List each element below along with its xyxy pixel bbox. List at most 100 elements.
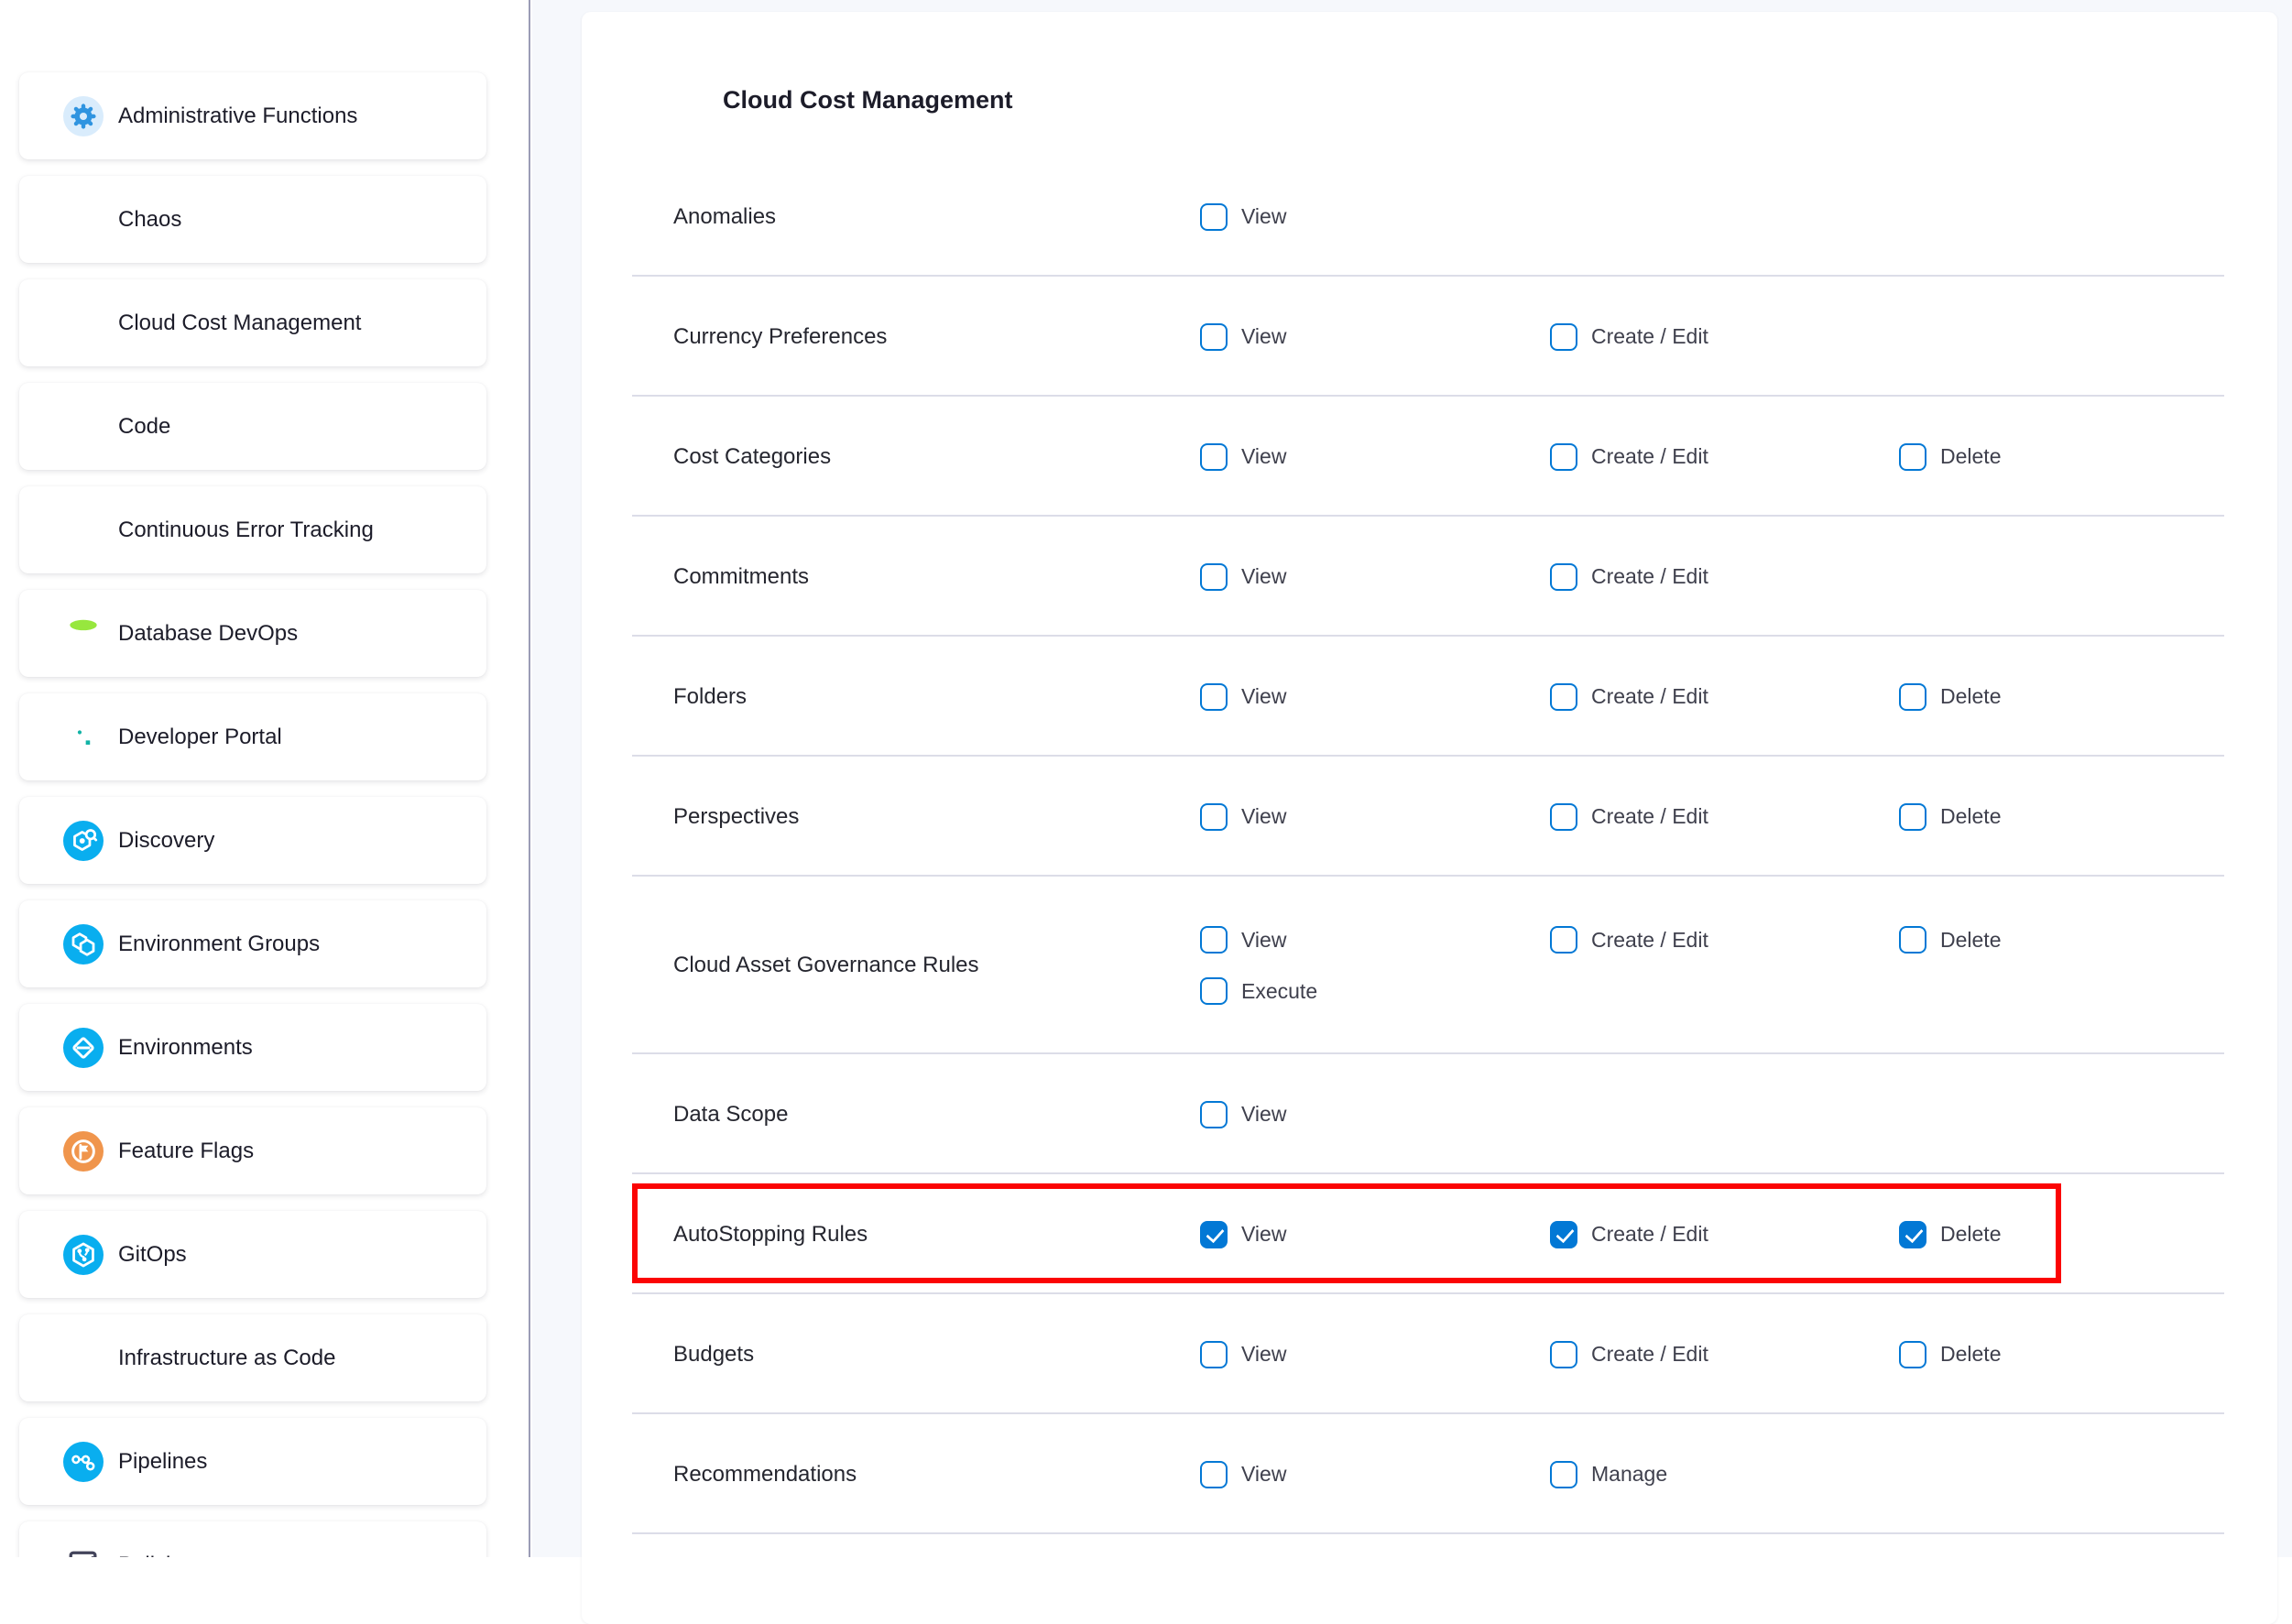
environment-groups-icon bbox=[63, 924, 104, 965]
delete-checkbox[interactable] bbox=[1899, 803, 1926, 831]
resource-label: Cloud Asset Governance Rules bbox=[673, 953, 1200, 978]
gear-icon bbox=[63, 96, 104, 136]
sidebar-item-pipelines[interactable]: Pipelines bbox=[19, 1418, 486, 1505]
create-edit-checkbox[interactable] bbox=[1550, 803, 1577, 831]
permission-label: View bbox=[1241, 444, 1286, 469]
sidebar-item-environment-groups[interactable]: Environment Groups bbox=[19, 900, 486, 987]
create-edit-checkbox[interactable] bbox=[1550, 443, 1577, 471]
permission-label: Delete bbox=[1940, 1222, 2001, 1247]
permission-label: View bbox=[1241, 1222, 1286, 1247]
create-edit-checkbox[interactable] bbox=[1550, 563, 1577, 591]
create-edit-checkbox[interactable] bbox=[1550, 683, 1577, 711]
sidebar-item-database-devops[interactable]: Database DevOps bbox=[19, 590, 486, 677]
permission-label: Delete bbox=[1940, 1342, 2001, 1367]
main-area: Cloud Cost Management Anomalies View Cur… bbox=[532, 0, 2292, 1557]
permission-label: View bbox=[1241, 324, 1286, 349]
sidebar-item-label: Pipelines bbox=[118, 1449, 207, 1475]
sidebar-item-chaos[interactable]: Chaos bbox=[19, 176, 486, 263]
view-checkbox[interactable] bbox=[1200, 203, 1228, 231]
delete-checkbox[interactable] bbox=[1899, 443, 1926, 471]
permission-row-budgets: Budgets View Create / Edit Delete bbox=[582, 1294, 2277, 1414]
permission-label: Execute bbox=[1241, 979, 1317, 1004]
sidebar-item-label: Database DevOps bbox=[118, 621, 298, 647]
view-checkbox[interactable] bbox=[1200, 683, 1228, 711]
permission-cell: View bbox=[1200, 1341, 1550, 1368]
permission-cell: View bbox=[1200, 683, 1550, 711]
permission-cell: Create / Edit bbox=[1550, 926, 1899, 954]
sidebar-item-label: Cloud Cost Management bbox=[118, 311, 361, 336]
sidebar-item-administrative-functions[interactable]: Administrative Functions bbox=[19, 72, 486, 159]
permission-cell: View bbox=[1200, 803, 1550, 831]
permission-cell: Create / Edit bbox=[1550, 323, 1899, 351]
permission-cell: Create / Edit bbox=[1550, 443, 1899, 471]
sidebar-item-label: Code bbox=[118, 414, 170, 440]
view-checkbox[interactable] bbox=[1200, 803, 1228, 831]
sidebar-item-feature-flags[interactable]: Feature Flags bbox=[19, 1107, 486, 1194]
resource-label: Cost Categories bbox=[673, 444, 1200, 470]
permission-cell: Create / Edit bbox=[1550, 1221, 1899, 1248]
sidebar-item-gitops[interactable]: GitOps bbox=[19, 1211, 486, 1298]
permission-row-recommendations: Recommendations View Manage bbox=[582, 1414, 2277, 1534]
sidebar-item-label: Administrative Functions bbox=[118, 104, 357, 129]
permission-cell: View bbox=[1200, 926, 1550, 954]
create-edit-checkbox[interactable] bbox=[1550, 926, 1577, 954]
sidebar-item-continuous-error-tracking[interactable]: Continuous Error Tracking bbox=[19, 486, 486, 573]
permission-label: Create / Edit bbox=[1591, 1342, 1708, 1367]
code-icon bbox=[63, 407, 104, 447]
delete-checkbox[interactable] bbox=[1899, 1221, 1926, 1248]
view-checkbox[interactable] bbox=[1200, 563, 1228, 591]
permission-label: Create / Edit bbox=[1591, 1222, 1708, 1247]
permission-cell: View bbox=[1200, 443, 1550, 471]
sidebar-item-label: Feature Flags bbox=[118, 1139, 254, 1164]
view-checkbox[interactable] bbox=[1200, 443, 1228, 471]
resource-label: Currency Preferences bbox=[673, 324, 1200, 350]
permission-cell: Create / Edit bbox=[1550, 1341, 1899, 1368]
create-edit-checkbox[interactable] bbox=[1550, 323, 1577, 351]
sidebar-item-label: Continuous Error Tracking bbox=[118, 518, 374, 543]
delete-checkbox[interactable] bbox=[1899, 926, 1926, 954]
sidebar-item-policies[interactable]: Policies bbox=[19, 1521, 486, 1557]
sidebar-item-label: Environment Groups bbox=[118, 932, 320, 957]
sidebar-item-developer-portal[interactable]: Developer Portal bbox=[19, 693, 486, 780]
permission-cell: View bbox=[1200, 323, 1550, 351]
permission-label: Delete bbox=[1940, 804, 2001, 829]
create-edit-checkbox[interactable] bbox=[1550, 1341, 1577, 1368]
view-checkbox[interactable] bbox=[1200, 1101, 1228, 1128]
permission-label: View bbox=[1241, 804, 1286, 829]
permission-label: View bbox=[1241, 684, 1286, 709]
permission-label: View bbox=[1241, 1462, 1286, 1487]
execute-checkbox[interactable] bbox=[1200, 977, 1228, 1005]
sidebar-item-environments[interactable]: Environments bbox=[19, 1004, 486, 1091]
permission-cell: Execute bbox=[1200, 977, 1550, 1005]
view-checkbox[interactable] bbox=[1200, 1461, 1228, 1488]
permissions-table: Anomalies View Currency Preferences View… bbox=[582, 157, 2277, 1534]
permission-label: View bbox=[1241, 1102, 1286, 1127]
delete-checkbox[interactable] bbox=[1899, 683, 1926, 711]
gitops-icon bbox=[63, 1235, 104, 1275]
permission-row-anomalies: Anomalies View bbox=[582, 157, 2277, 277]
sidebar-item-discovery[interactable]: Discovery bbox=[19, 797, 486, 884]
permission-label: View bbox=[1241, 928, 1286, 953]
permissions-screen: { "colors":{ "primary_blue":"#0278d5", "… bbox=[0, 0, 2292, 1557]
resource-label: Commitments bbox=[673, 564, 1200, 590]
resource-label: Perspectives bbox=[673, 804, 1200, 830]
delete-checkbox[interactable] bbox=[1899, 1341, 1926, 1368]
sidebar-item-code[interactable]: Code bbox=[19, 383, 486, 470]
sidebar-item-cloud-cost-management[interactable]: Cloud Cost Management bbox=[19, 279, 486, 366]
permission-cell: Delete bbox=[1899, 803, 2277, 831]
permission-cell: Create / Edit bbox=[1550, 683, 1899, 711]
view-checkbox[interactable] bbox=[1200, 1221, 1228, 1248]
sidebar-item-infrastructure-as-code[interactable]: Infrastructure as Code bbox=[19, 1314, 486, 1401]
view-checkbox[interactable] bbox=[1200, 1341, 1228, 1368]
view-checkbox[interactable] bbox=[1200, 323, 1228, 351]
permission-cell: Delete bbox=[1899, 683, 2277, 711]
resource-label: Recommendations bbox=[673, 1462, 1200, 1488]
discovery-icon bbox=[63, 821, 104, 861]
panel-header: Cloud Cost Management bbox=[582, 12, 2277, 157]
create-edit-checkbox[interactable] bbox=[1550, 1221, 1577, 1248]
permission-cell: Delete bbox=[1899, 1221, 2277, 1248]
view-checkbox[interactable] bbox=[1200, 926, 1228, 954]
manage-checkbox[interactable] bbox=[1550, 1461, 1577, 1488]
permission-cell: Create / Edit bbox=[1550, 803, 1899, 831]
chaos-icon bbox=[63, 200, 104, 240]
